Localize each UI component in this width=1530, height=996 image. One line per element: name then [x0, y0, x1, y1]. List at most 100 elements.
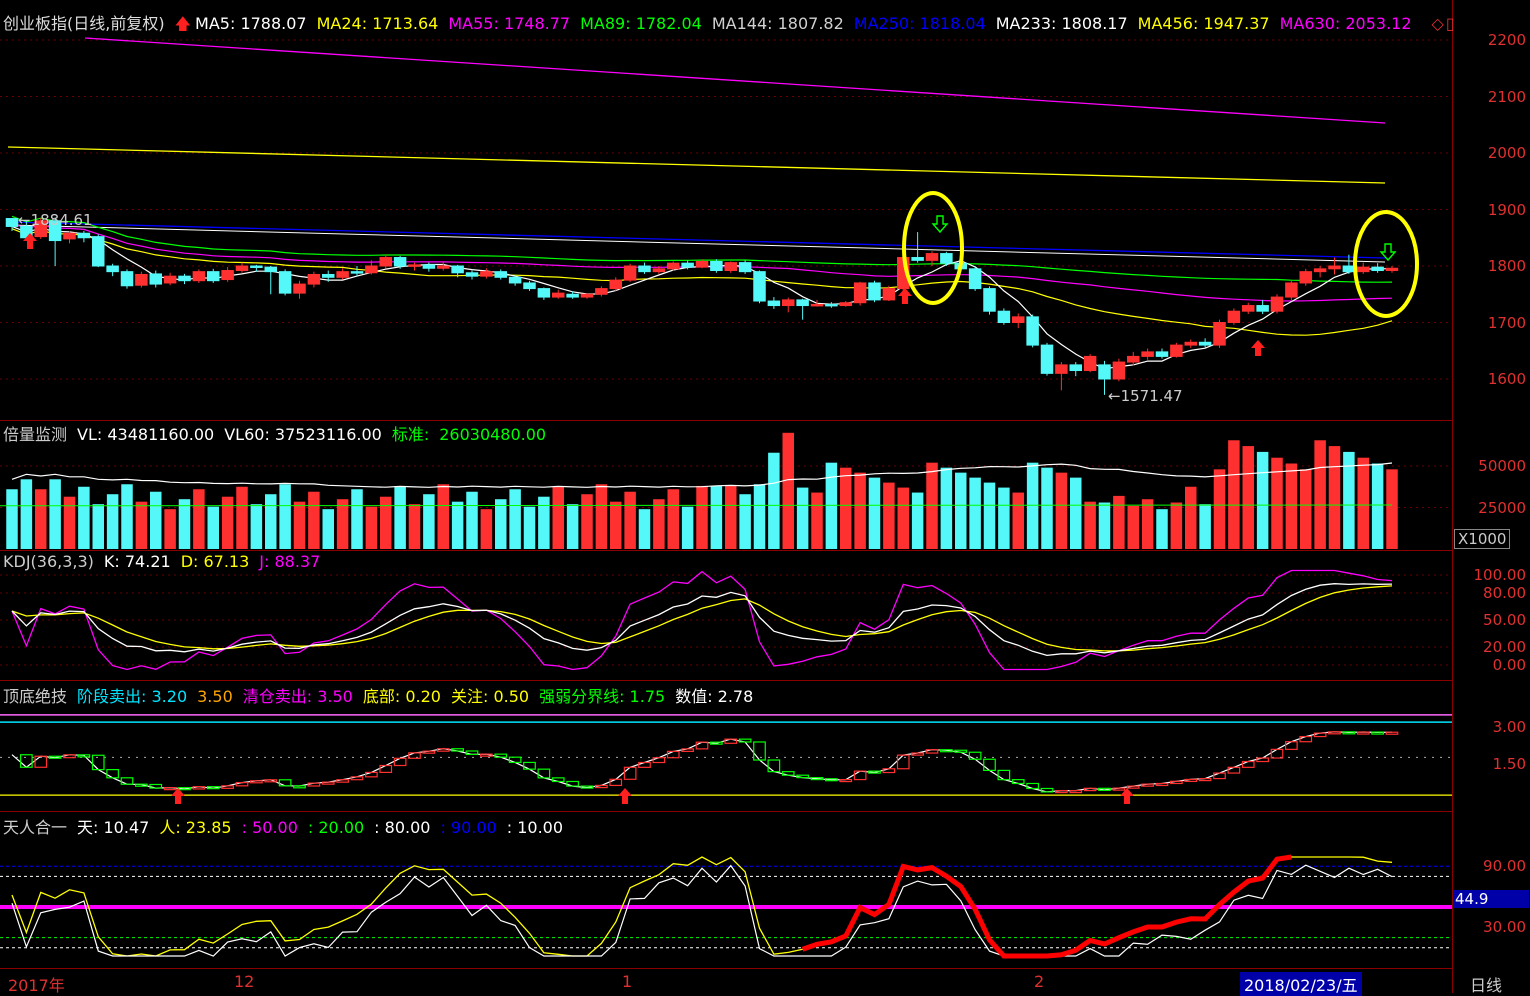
ddj-box [1299, 735, 1313, 743]
volume-bar [1127, 505, 1139, 549]
ddj-box [235, 781, 249, 787]
ddj-box [293, 785, 306, 789]
volume-bar [78, 486, 90, 549]
ddj-box [925, 749, 939, 754]
kdj-title[interactable]: KDJ(36,3,3) [3, 552, 94, 571]
volume-bar [1041, 467, 1053, 549]
volume-bar [926, 462, 938, 549]
candlestick [77, 232, 91, 239]
trhy-legend-item: : 50.00 [241, 818, 298, 837]
volume-bar [365, 506, 378, 549]
main-title[interactable]: 创业板指(日线,前复权) [3, 14, 165, 33]
volume-bar [20, 479, 33, 549]
volume-bar [279, 484, 291, 549]
ddj-box [882, 768, 896, 774]
volume-bar [509, 489, 521, 549]
ma-legend-item: MA630: 2053.12 [1279, 14, 1412, 33]
candlestick [853, 282, 867, 304]
candlestick [437, 265, 450, 269]
volume-bar [1185, 486, 1197, 549]
chart-canvas[interactable]: ←1884.61 ←1571.47 [0, 0, 1530, 993]
volume-tick-label: 25000 [1478, 498, 1526, 517]
volume-bar [221, 496, 234, 549]
volume-bar [1012, 492, 1024, 549]
trhy-title[interactable]: 天人合一 [3, 818, 67, 837]
ddj-legend-item: 底部: 0.20 [362, 687, 441, 706]
candlestick [1270, 296, 1284, 312]
ddj-box [1198, 777, 1212, 782]
candlestick [1141, 351, 1154, 357]
candlestick [695, 260, 709, 268]
ddj-box [1371, 731, 1384, 735]
ma-legend: MA5: 1788.07 MA24: 1713.64 MA55: 1748.77 MA… [195, 14, 1422, 33]
ddj-box [379, 764, 393, 774]
volume-bar [1199, 504, 1211, 549]
trhy-legend-item: 人: 23.85 [159, 818, 232, 837]
candlestick [652, 268, 666, 273]
kdj-tick-label: 0.00 [1492, 656, 1526, 674]
volume-bar [178, 499, 191, 549]
standard-line [0, 504, 1393, 507]
volume-bar [538, 496, 550, 549]
candlestick [92, 236, 105, 267]
volume-tick-label: 50000 [1478, 457, 1526, 475]
volume-bar [739, 494, 751, 549]
candlestick [1357, 266, 1370, 273]
volume-legend-item: VL60: 37523116.00 [224, 425, 382, 444]
kdj-legend-item: J: 88.37 [259, 552, 321, 571]
ddj-legend-item: 清仓卖出: 3.50 [242, 687, 353, 706]
volume-title[interactable]: 倍量监测 [3, 425, 67, 444]
candlestick [120, 271, 134, 287]
volume-bar [437, 484, 449, 549]
candlestick [738, 262, 752, 273]
candlestick [523, 282, 536, 290]
candlestick [580, 293, 594, 298]
candlestick [465, 272, 479, 277]
volume-bar [1328, 446, 1341, 549]
period-label[interactable]: 日线 [1470, 972, 1502, 996]
diamond-icon[interactable]: ◇ [1432, 14, 1444, 33]
bottom-signal-icon [171, 788, 185, 804]
volume-bar [1098, 502, 1111, 549]
ddj-box [738, 738, 752, 743]
ddj-tick-label: 1.50 [1492, 754, 1526, 773]
ddj-title[interactable]: 顶底绝技 [3, 687, 67, 706]
ma-legend-item: MA55: 1748.77 [448, 14, 571, 33]
candlestick [1342, 265, 1356, 273]
volume-bar [164, 509, 176, 549]
candlestick [494, 271, 507, 278]
volume-bar [581, 494, 593, 549]
volume-bar [1170, 502, 1183, 549]
candlestick [925, 253, 939, 261]
ma250-line [9, 221, 1386, 259]
candlestick [307, 273, 321, 285]
volume-bar [380, 496, 392, 549]
candlestick [365, 265, 378, 274]
candlestick [810, 303, 824, 307]
ma-legend-item: MA144: 1807.82 [711, 14, 844, 33]
candlestick [1328, 265, 1341, 270]
volume-bar [322, 509, 334, 549]
square-icon[interactable]: ▯ [1446, 14, 1455, 33]
volume-bar [696, 485, 708, 549]
candlestick [681, 262, 694, 268]
ddj-tick-label: 3.00 [1492, 718, 1526, 736]
ddj-box [508, 756, 522, 764]
kdj-tick-label: 100.00 [1473, 566, 1527, 584]
ddj-legend-item: 强弱分界线: 1.75 [539, 687, 666, 706]
volume-legend-item: 标准: [391, 425, 430, 444]
candlestick [5, 218, 19, 227]
ddj-box [983, 758, 996, 771]
kdj-legend-item: D: 67.13 [180, 552, 250, 571]
ddj-box [1328, 731, 1341, 735]
candlestick [537, 288, 551, 298]
candlestick [1371, 266, 1384, 272]
volume-bar [308, 491, 320, 549]
volume-bar [883, 482, 895, 549]
candlestick [1242, 305, 1255, 312]
pane-separator [0, 811, 1452, 812]
ddj-box [494, 753, 508, 758]
volume-bar [782, 432, 794, 549]
volume-bar [681, 506, 694, 549]
candlestick [1083, 355, 1097, 372]
